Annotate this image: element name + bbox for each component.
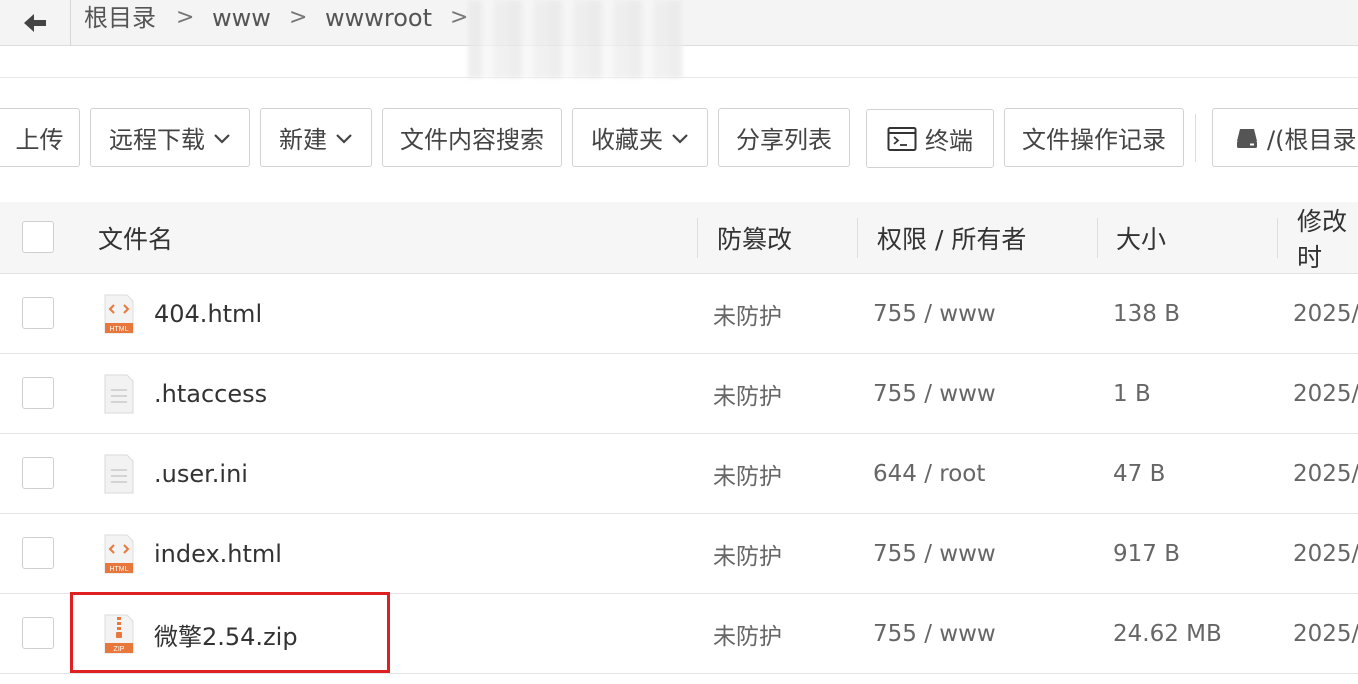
- favorites-button[interactable]: 收藏夹: [572, 108, 708, 167]
- header-size[interactable]: 大小: [1116, 202, 1166, 274]
- breadcrumb-item-www[interactable]: www: [212, 4, 271, 32]
- chevron-right-icon: >: [176, 5, 195, 30]
- terminal-label: 终端: [925, 127, 973, 155]
- permission-owner[interactable]: 644 / root: [873, 434, 985, 514]
- terminal-button[interactable]: 终端: [866, 109, 994, 168]
- content-search-button[interactable]: 文件内容搜索: [382, 108, 562, 167]
- row-checkbox[interactable]: [22, 377, 54, 409]
- row-checkbox[interactable]: [22, 297, 54, 329]
- arrow-left-icon: [24, 14, 46, 32]
- modified-time: 2025/: [1293, 621, 1358, 647]
- breadcrumb-item-wwwroot[interactable]: wwwroot: [325, 4, 432, 32]
- new-button[interactable]: 新建: [260, 108, 372, 167]
- table-row[interactable]: .htaccess 未防护 755 / www 1 B 2025/: [0, 354, 1358, 434]
- upload-button[interactable]: 上传: [0, 108, 80, 167]
- permission-owner[interactable]: 755 / www: [873, 274, 996, 354]
- disk-icon: [1237, 128, 1257, 148]
- header-permission-owner[interactable]: 权限 / 所有者: [877, 202, 1026, 274]
- permission-owner[interactable]: 755 / www: [873, 354, 996, 434]
- tamper-status[interactable]: 未防护: [713, 354, 782, 434]
- table-row[interactable]: .user.ini 未防护 644 / root 47 B 2025/: [0, 434, 1358, 514]
- table-row[interactable]: HTML 404.html 未防护 755 / www 138 B 2025/: [0, 274, 1358, 354]
- back-button[interactable]: [0, 0, 71, 46]
- file-name[interactable]: .user.ini: [154, 434, 248, 514]
- chevron-down-icon: [214, 133, 230, 144]
- permission-owner[interactable]: 755 / www: [873, 594, 996, 674]
- file-name[interactable]: 404.html: [154, 274, 262, 354]
- select-all-checkbox[interactable]: [22, 221, 54, 253]
- modified-time: 2025/: [1293, 541, 1358, 567]
- chevron-right-icon: >: [289, 5, 308, 30]
- column-divider: [697, 218, 698, 258]
- operation-log-label: 文件操作记录: [1022, 126, 1166, 154]
- tamper-status[interactable]: 未防护: [713, 274, 782, 354]
- tamper-status[interactable]: 未防护: [713, 514, 782, 594]
- upload-label: 上传: [15, 126, 64, 154]
- remote-download-label: 远程下载: [109, 126, 205, 154]
- table-header: 文件名 防篡改 权限 / 所有者 大小 修改时: [0, 202, 1358, 274]
- row-checkbox[interactable]: [22, 617, 54, 649]
- breadcrumb-item-root[interactable]: 根目录: [84, 4, 156, 32]
- content-search-label: 文件内容搜索: [400, 126, 544, 154]
- tamper-status[interactable]: 未防护: [713, 594, 782, 674]
- file-size: 24.62 MB: [1113, 621, 1222, 647]
- column-divider: [857, 218, 858, 258]
- toolbar: 上传 远程下载 新建 文件内容搜索 收藏夹 分享列表 终端 文件操作记录 /(根…: [0, 108, 1358, 168]
- permission-owner[interactable]: 755 / www: [873, 514, 996, 594]
- column-divider: [1097, 218, 1098, 258]
- tamper-status[interactable]: 未防护: [713, 434, 782, 514]
- remote-download-button[interactable]: 远程下载: [90, 108, 250, 167]
- modified-time: 2025/: [1293, 461, 1358, 487]
- file-size: 138 B: [1113, 301, 1180, 327]
- modified-time: 2025/: [1293, 301, 1358, 327]
- file-name[interactable]: index.html: [154, 514, 282, 594]
- file-size: 917 B: [1113, 541, 1180, 567]
- svg-text:HTML: HTML: [109, 566, 128, 573]
- share-list-label: 分享列表: [736, 126, 832, 154]
- chevron-right-icon: >: [450, 5, 469, 30]
- header-modified[interactable]: 修改时: [1297, 202, 1358, 274]
- redacted-path-segment: [468, 0, 683, 78]
- svg-text:HTML: HTML: [109, 326, 128, 333]
- disk-button[interactable]: /(根目录: [1212, 108, 1358, 167]
- toolbar-divider: [1195, 114, 1196, 162]
- favorites-label: 收藏夹: [591, 126, 663, 154]
- header-file-name[interactable]: 文件名: [98, 202, 173, 274]
- table-row[interactable]: HTML index.html 未防护 755 / www 917 B 2025/: [0, 514, 1358, 594]
- operation-log-button[interactable]: 文件操作记录: [1004, 108, 1184, 167]
- terminal-icon: [887, 126, 917, 151]
- highlight-box: [70, 592, 390, 673]
- share-list-button[interactable]: 分享列表: [718, 108, 850, 167]
- disk-label: /(根目录: [1267, 126, 1357, 154]
- header-tamper-proof[interactable]: 防篡改: [717, 202, 792, 274]
- file-size: 1 B: [1113, 381, 1151, 407]
- column-divider: [1277, 218, 1278, 258]
- modified-time: 2025/: [1293, 381, 1358, 407]
- file-name[interactable]: .htaccess: [154, 354, 267, 434]
- file-size: 47 B: [1113, 461, 1166, 487]
- chevron-down-icon: [336, 133, 352, 144]
- row-checkbox[interactable]: [22, 457, 54, 489]
- row-checkbox[interactable]: [22, 537, 54, 569]
- new-label: 新建: [279, 126, 327, 154]
- chevron-down-icon: [672, 133, 688, 144]
